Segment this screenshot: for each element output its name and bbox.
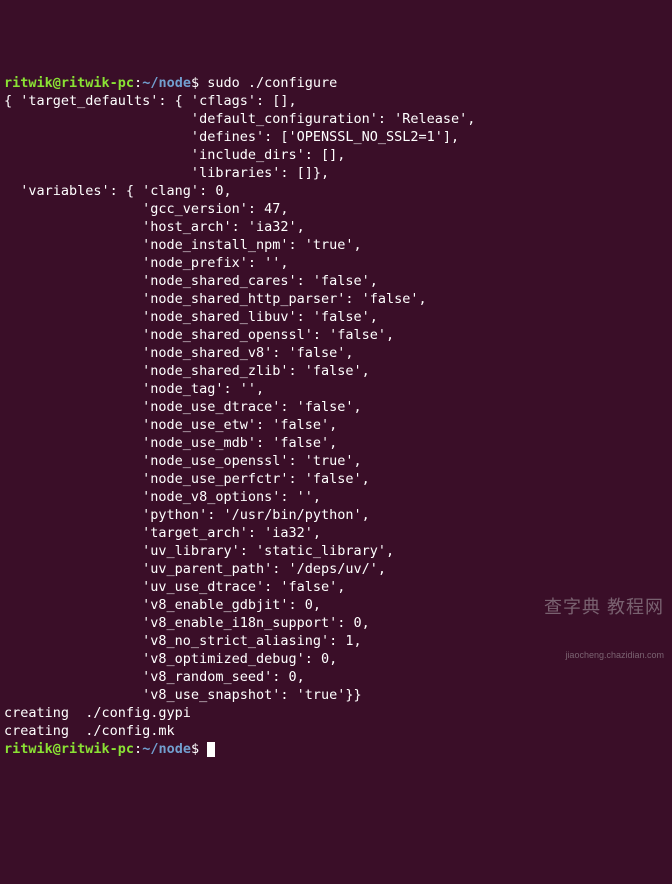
output-line: 'node_shared_http_parser': 'false', (4, 291, 427, 307)
output-line: creating ./config.mk (4, 723, 175, 739)
output-line: 'node_use_dtrace': 'false', (4, 399, 362, 415)
prompt-dollar: $ (191, 741, 207, 757)
output-line: 'include_dirs': [], (4, 147, 345, 163)
terminal-output[interactable]: ritwik@ritwik-pc:~/node$ sudo ./configur… (4, 74, 668, 758)
output-line: 'node_use_etw': 'false', (4, 417, 337, 433)
output-line: { 'target_defaults': { 'cflags': [], (4, 93, 297, 109)
output-line: 'variables': { 'clang': 0, (4, 183, 232, 199)
output-line: 'node_shared_libuv': 'false', (4, 309, 378, 325)
output-line: 'uv_use_dtrace': 'false', (4, 579, 345, 595)
command-text: sudo ./configure (207, 75, 337, 91)
output-line: 'v8_enable_i18n_support': 0, (4, 615, 370, 631)
output-line: 'v8_random_seed': 0, (4, 669, 305, 685)
output-line: 'v8_no_strict_aliasing': 1, (4, 633, 362, 649)
output-line: 'libraries': []}, (4, 165, 329, 181)
output-line: 'default_configuration': 'Release', (4, 111, 475, 127)
output-line: 'node_v8_options': '', (4, 489, 321, 505)
output-line: 'gcc_version': 47, (4, 201, 288, 217)
prompt-colon: : (134, 75, 142, 91)
output-line: 'node_prefix': '', (4, 255, 288, 271)
output-line: 'defines': ['OPENSSL_NO_SSL2=1'], (4, 129, 459, 145)
output-line: 'host_arch': 'ia32', (4, 219, 305, 235)
output-line: creating ./config.gypi (4, 705, 191, 721)
output-line: 'node_shared_openssl': 'false', (4, 327, 394, 343)
output-line: 'target_arch': 'ia32', (4, 525, 321, 541)
output-line: 'uv_library': 'static_library', (4, 543, 394, 559)
prompt-path: ~/node (142, 741, 191, 757)
prompt-user: ritwik@ritwik-pc (4, 75, 134, 91)
prompt-user: ritwik@ritwik-pc (4, 741, 134, 757)
output-line: 'uv_parent_path': '/deps/uv/', (4, 561, 386, 577)
prompt-colon: : (134, 741, 142, 757)
output-line: 'node_shared_v8': 'false', (4, 345, 354, 361)
prompt-path: ~/node (142, 75, 191, 91)
output-line: 'python': '/usr/bin/python', (4, 507, 370, 523)
output-line: 'v8_use_snapshot': 'true'}} (4, 687, 362, 703)
cursor-icon (207, 742, 215, 757)
output-line: 'node_use_openssl': 'true', (4, 453, 362, 469)
output-line: 'node_install_npm': 'true', (4, 237, 362, 253)
output-line: 'node_shared_zlib': 'false', (4, 363, 370, 379)
output-line: 'node_shared_cares': 'false', (4, 273, 378, 289)
output-line: 'node_use_perfctr': 'false', (4, 471, 370, 487)
output-line: 'node_tag': '', (4, 381, 264, 397)
prompt-dollar: $ (191, 75, 207, 91)
output-line: 'node_use_mdb': 'false', (4, 435, 337, 451)
output-line: 'v8_optimized_debug': 0, (4, 651, 337, 667)
output-line: 'v8_enable_gdbjit': 0, (4, 597, 321, 613)
